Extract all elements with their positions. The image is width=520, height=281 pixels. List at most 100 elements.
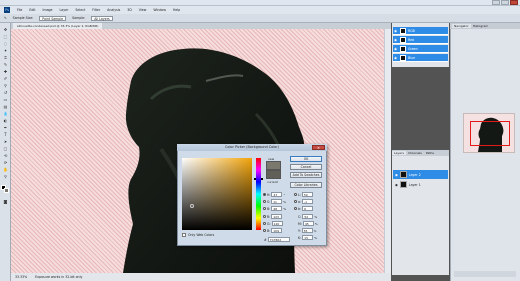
maximize-button[interactable] <box>501 0 509 5</box>
only-web-colors-option[interactable]: Only Web Colors <box>182 233 214 237</box>
menu-3d[interactable]: 3D <box>127 8 131 12</box>
navigator-view-box[interactable] <box>470 121 510 146</box>
radio[interactable] <box>263 215 266 218</box>
field-saturation[interactable]: S: 11% <box>263 199 286 204</box>
menu-help[interactable]: Help <box>173 8 180 12</box>
channel-row-red[interactable]: ◉ Red <box>393 36 448 44</box>
lasso-tool-icon[interactable]: ◌ <box>2 41 9 46</box>
field-red[interactable]: R: 123 <box>263 214 283 219</box>
menu-window[interactable]: Window <box>153 8 166 12</box>
menu-layer[interactable]: Layer <box>60 8 69 12</box>
field-input[interactable]: 50 <box>301 192 313 197</box>
tab-histogram[interactable]: Histogram <box>471 24 491 28</box>
field-input[interactable]: 123 <box>271 214 283 219</box>
field-blue[interactable]: B: 109 <box>263 228 283 233</box>
field-magenta[interactable]: M: 45% <box>298 221 318 226</box>
current-color-swatch[interactable] <box>266 170 281 179</box>
field-input[interactable]: 6 <box>302 206 314 211</box>
path-select-tool-icon[interactable]: ➤ <box>2 139 9 144</box>
menu-analysis[interactable]: Analysis <box>107 8 120 12</box>
color-field[interactable] <box>182 158 252 230</box>
hand-tool-icon[interactable]: ✋ <box>2 167 9 172</box>
3d-camera-tool-icon[interactable]: ⟳ <box>2 160 9 165</box>
quick-mask-icon[interactable]: ◙ <box>2 199 9 204</box>
eye-icon[interactable]: ◉ <box>394 47 398 51</box>
tab-navigator[interactable]: Navigator <box>452 24 471 28</box>
field-b[interactable]: b: 6 <box>294 206 314 211</box>
radio[interactable] <box>294 193 297 196</box>
tab-layers[interactable]: Layers <box>392 151 406 155</box>
field-a[interactable]: a: -1 <box>294 199 314 204</box>
sample-size-select[interactable]: Point Sample <box>39 15 67 21</box>
clone-stamp-tool-icon[interactable]: ⚲ <box>2 83 9 88</box>
hex-field[interactable]: # 7b786d <box>264 237 290 242</box>
eye-icon[interactable]: ◉ <box>395 183 398 187</box>
layer-row-layer-1[interactable]: ◉ Layer 1 <box>393 180 448 189</box>
crop-tool-icon[interactable]: ⌗ <box>2 55 9 60</box>
layer-row-layer-2[interactable]: ◉ Layer 2 <box>393 170 448 179</box>
field-brightness[interactable]: B: 48% <box>263 206 286 211</box>
dodge-tool-icon[interactable]: ◐ <box>2 118 9 123</box>
zoom-level[interactable]: 33.33% <box>15 275 27 279</box>
eyedropper-tool-icon[interactable]: ✎ <box>2 62 9 67</box>
history-brush-tool-icon[interactable]: ↺ <box>2 90 9 95</box>
hue-slider[interactable] <box>256 158 261 230</box>
field-input[interactable]: -1 <box>302 199 314 204</box>
add-to-swatches-button[interactable]: Add To Swatches <box>290 172 322 178</box>
eraser-tool-icon[interactable]: ▭ <box>2 97 9 102</box>
checkbox[interactable] <box>182 233 186 237</box>
marquee-tool-icon[interactable]: ⬚ <box>2 34 9 39</box>
hex-input[interactable]: 7b786d <box>267 237 290 242</box>
field-input[interactable]: 47 <box>271 192 283 197</box>
zoom-tool-icon[interactable]: ⚲ <box>2 174 9 179</box>
healing-brush-tool-icon[interactable]: ✚ <box>2 69 9 74</box>
eye-icon[interactable]: ◉ <box>395 173 398 177</box>
radio[interactable] <box>294 207 297 210</box>
radio[interactable] <box>263 193 266 196</box>
menu-image[interactable]: Image <box>43 8 53 12</box>
field-input[interactable]: 52 <box>302 214 314 219</box>
field-input[interactable]: 55 <box>301 228 313 233</box>
radio[interactable] <box>263 207 266 210</box>
channel-row-green[interactable]: ◉ Green <box>393 45 448 53</box>
field-green[interactable]: G: 120 <box>263 221 283 226</box>
eye-icon[interactable]: ◉ <box>394 38 398 42</box>
field-hue[interactable]: H: 47 ° <box>263 192 285 197</box>
field-input[interactable]: 109 <box>271 228 283 233</box>
field-input[interactable]: 45 <box>302 221 314 226</box>
menu-select[interactable]: Select <box>75 8 85 12</box>
eye-icon[interactable]: ◉ <box>394 56 398 60</box>
tab-paths[interactable]: Paths <box>424 151 436 155</box>
shape-tool-icon[interactable]: ▢ <box>2 146 9 151</box>
channel-row-rgb[interactable]: ◉ RGB <box>393 27 448 35</box>
sample-select[interactable]: All Layers <box>91 15 113 21</box>
menu-view[interactable]: View <box>139 8 147 12</box>
color-field-cursor[interactable] <box>190 204 194 208</box>
field-input[interactable]: 11 <box>271 199 283 204</box>
type-tool-icon[interactable]: T <box>2 132 9 137</box>
close-window-button[interactable] <box>510 0 518 5</box>
eye-icon[interactable]: ◉ <box>394 29 398 33</box>
minimize-button[interactable] <box>492 0 500 5</box>
field-input[interactable]: 15 <box>302 235 314 240</box>
blur-tool-icon[interactable]: 💧 <box>2 111 9 116</box>
field-black[interactable]: K: 15% <box>298 235 317 240</box>
radio[interactable] <box>263 222 266 225</box>
color-libraries-button[interactable]: Color Libraries <box>290 182 322 188</box>
radio[interactable] <box>263 229 266 232</box>
background-color-swatch[interactable] <box>4 188 9 193</box>
brush-tool-icon[interactable]: ✐ <box>2 76 9 81</box>
channel-row-blue[interactable]: ◉ Blue <box>393 54 448 62</box>
navigator-zoom-slider[interactable] <box>454 271 516 277</box>
quick-select-tool-icon[interactable]: ✦ <box>2 48 9 53</box>
3d-rotate-tool-icon[interactable]: ⟲ <box>2 153 9 158</box>
radio[interactable] <box>294 200 297 203</box>
field-cyan[interactable]: C: 52% <box>298 214 317 219</box>
menu-filter[interactable]: Filter <box>92 8 100 12</box>
field-lightness[interactable]: L: 50 <box>294 192 313 197</box>
gradient-tool-icon[interactable]: ▤ <box>2 104 9 109</box>
vertical-scrollbar[interactable] <box>384 29 391 273</box>
field-yellow[interactable]: Y: 55% <box>298 228 316 233</box>
radio[interactable] <box>263 200 266 203</box>
hue-slider-handle[interactable] <box>254 178 263 180</box>
